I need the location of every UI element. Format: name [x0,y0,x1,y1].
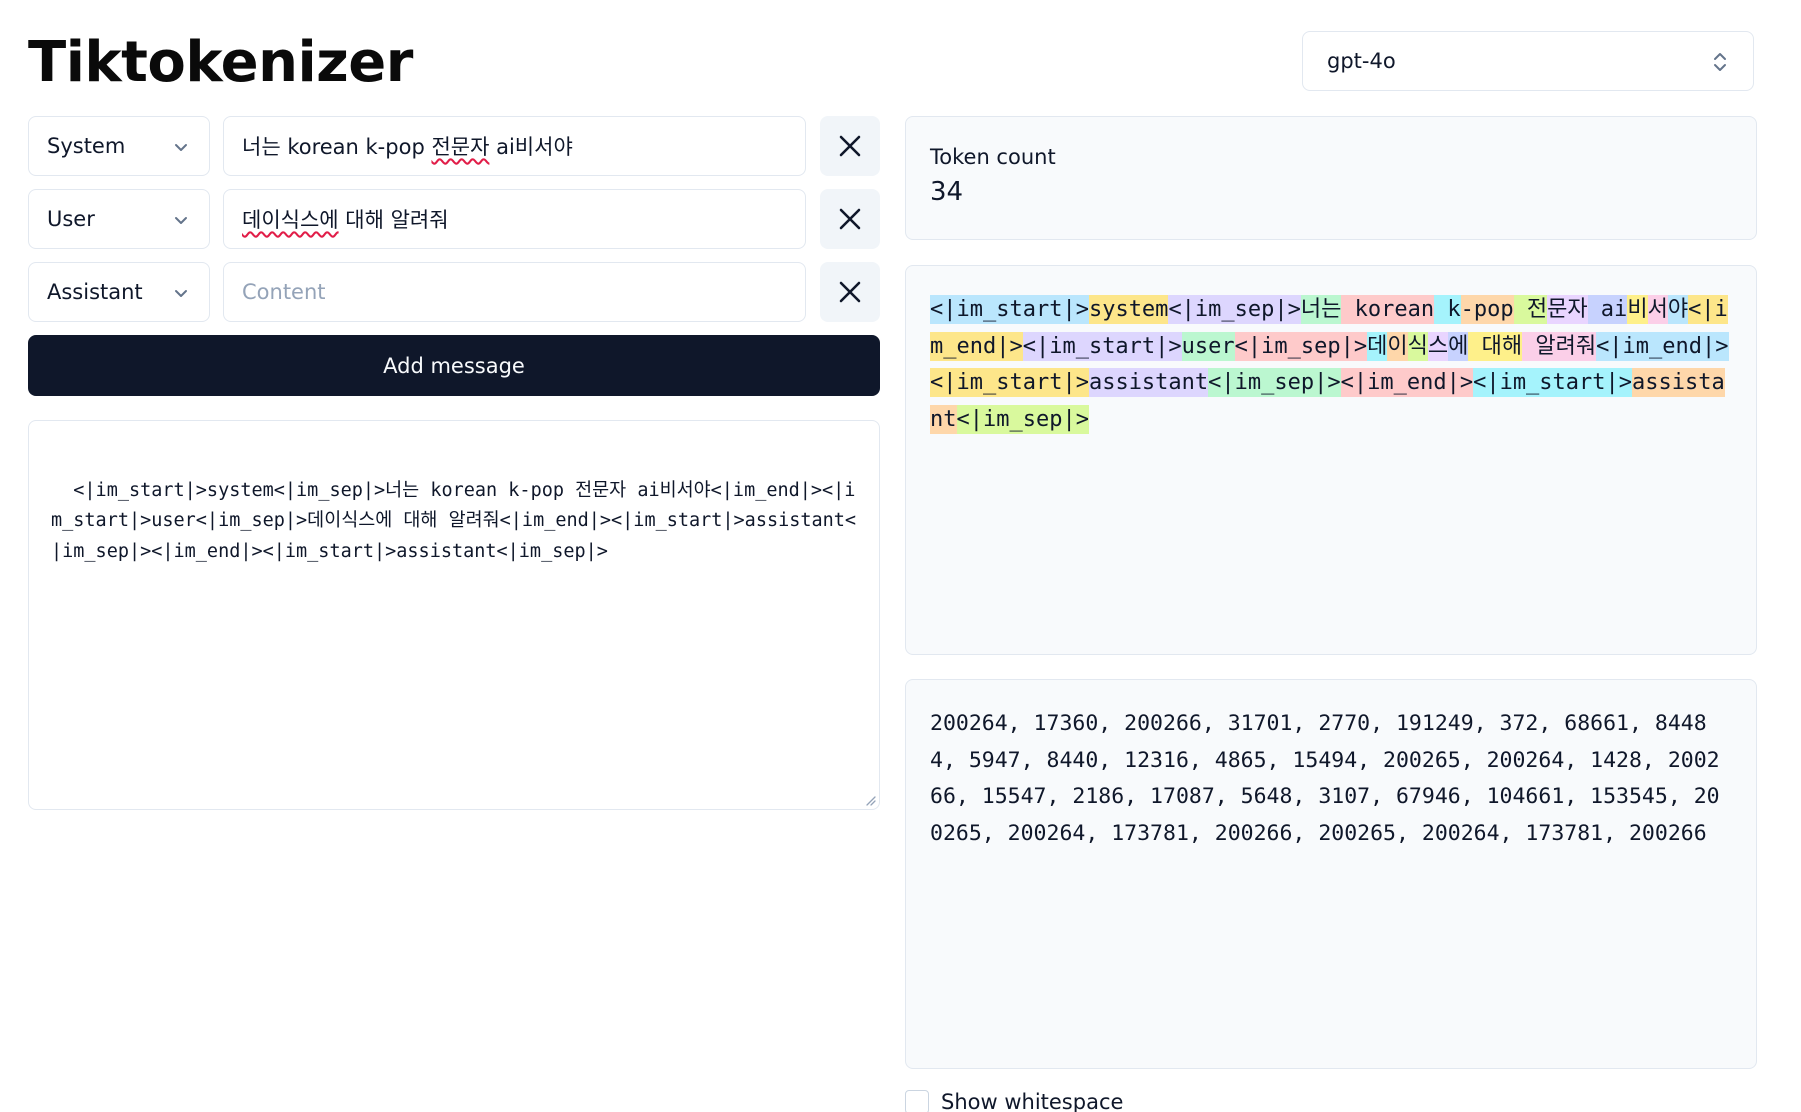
token-span[interactable]: <|im_start|> [930,295,1089,324]
token-span[interactable]: 알려줘 [1522,331,1597,361]
content-text: 너는 korean k-pop [242,135,432,159]
token-span[interactable]: system [1088,295,1169,324]
role-select-value: User [47,207,95,231]
chevron-down-icon [175,290,187,297]
remove-message-button[interactable] [820,262,880,322]
chevron-up-down-icon [1714,53,1726,71]
role-select-value: System [47,134,126,158]
model-select[interactable]: gpt-4o [1302,31,1754,91]
token-span[interactable]: assistant [1088,368,1209,397]
token-span[interactable]: user [1181,331,1235,361]
token-span[interactable]: korean [1341,295,1435,324]
token-span[interactable]: 에 [1448,331,1469,361]
show-whitespace-toggle[interactable]: Show whitespace [905,1090,1123,1112]
message-content-input[interactable]: 데이식스에 대해 알려줘 [223,189,806,249]
token-ids-panel: 200264, 17360, 200266, 31701, 2770, 1912… [905,679,1757,1069]
resize-handle-icon[interactable] [864,794,876,806]
token-span[interactable]: 대해 [1468,331,1523,361]
token-span[interactable]: 비 [1627,295,1648,324]
message-content-input[interactable]: 너는 korean k-pop 전문자 ai비서야 [223,116,806,176]
role-select-value: Assistant [47,280,143,304]
model-select-value: gpt-4o [1327,49,1396,73]
add-message-button[interactable]: Add message [28,335,880,396]
app-title: Tiktokenizer [28,30,413,95]
remove-message-button[interactable] [820,116,880,176]
token-span[interactable]: <|im_end|> [1596,331,1729,361]
token-span[interactable]: 문자 [1547,295,1588,324]
token-ids-text: 200264, 17360, 200266, 31701, 2770, 1912… [930,711,1720,846]
raw-prompt-textarea[interactable]: <|im_start|>system<|im_sep|>너는 korean k-… [28,420,880,810]
misspelled-word: 데이식스에 [242,208,339,232]
token-span[interactable]: 야 [1667,295,1689,324]
token-span[interactable]: 이 [1387,331,1408,361]
token-span[interactable]: 너는 [1300,295,1342,324]
chevron-down-icon [175,144,187,151]
token-span[interactable]: <|im_start|> [1473,368,1633,397]
close-icon [839,281,861,303]
raw-prompt-text: <|im_start|>system<|im_sep|>너는 korean k-… [51,479,857,562]
token-span[interactable]: 데 [1367,331,1388,361]
show-whitespace-checkbox[interactable] [905,1090,929,1112]
role-select[interactable]: Assistant [28,262,210,322]
content-text: 대해 알려줘 [338,208,449,232]
chevron-down-icon [175,217,187,224]
token-span[interactable]: -pop [1460,295,1514,324]
role-select[interactable]: User [28,189,210,249]
token-span[interactable]: <|im_start|> [930,368,1089,397]
message-row: System 너는 korean k-pop 전문자 ai비서야 [28,116,880,176]
token-span[interactable]: k [1434,295,1461,324]
remove-message-button[interactable] [820,189,880,249]
close-icon [839,208,861,230]
misspelled-word: 전문자 [431,135,490,159]
token-span[interactable]: <|im_end|> [1340,368,1474,397]
token-span[interactable]: <|im_sep|> [1208,368,1341,397]
token-span[interactable]: <|im_sep|> [956,404,1089,434]
role-select[interactable]: System [28,116,210,176]
token-span[interactable]: ai [1587,295,1628,324]
token-span[interactable]: <|im_sep|> [1234,331,1368,361]
token-visualization: <|im_start|>system<|im_sep|>너는 korean k-… [905,265,1757,655]
token-count-label: Token count [930,145,1056,169]
close-icon [839,135,861,157]
token-span[interactable]: <|im_start|> [1022,331,1182,361]
message-row: User 데이식스에 대해 알려줘 [28,189,880,249]
show-whitespace-label: Show whitespace [941,1090,1124,1112]
token-span[interactable]: 스 [1427,331,1449,361]
content-text: ai비서야 [489,135,573,159]
message-row: Assistant [28,262,880,322]
token-span[interactable]: 서 [1647,295,1668,324]
message-content-input[interactable] [223,262,806,322]
token-count-value: 34 [930,177,964,207]
token-count-card: Token count 34 [905,116,1757,240]
token-span[interactable]: 전 [1513,295,1548,324]
token-span[interactable]: <|im_sep|> [1168,295,1301,324]
token-span[interactable]: 식 [1407,331,1428,361]
